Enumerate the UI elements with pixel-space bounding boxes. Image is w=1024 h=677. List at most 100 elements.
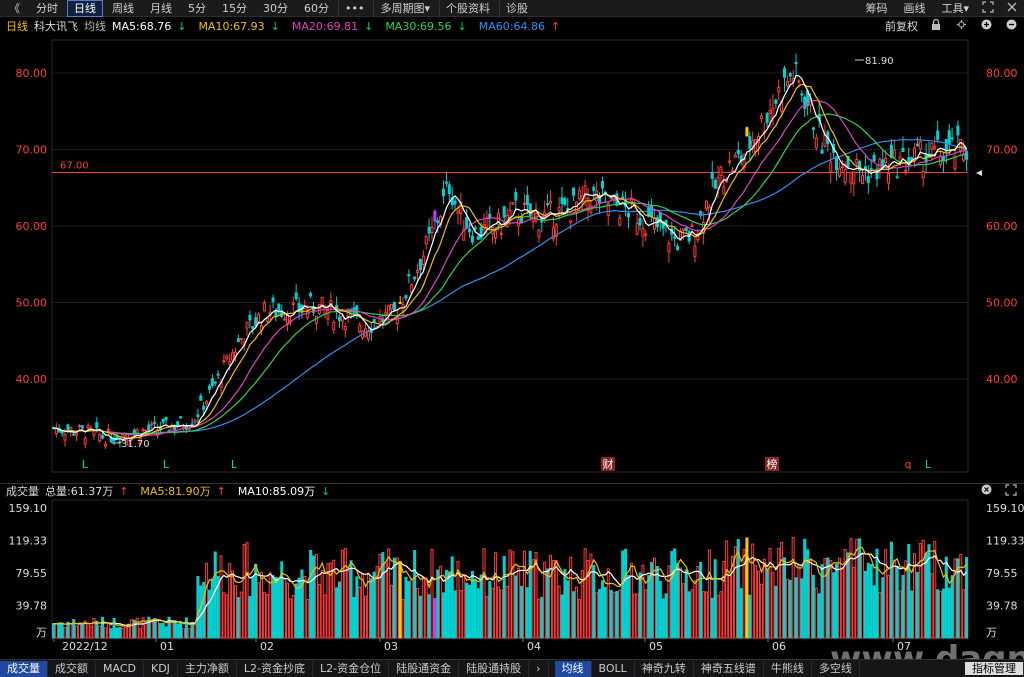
- volume-bar: [707, 549, 711, 639]
- close-icon[interactable]: [979, 484, 993, 499]
- candlestick-chart[interactable]: 80.00 70.00 60.00 50.00 40.00 80.00 70.00 60.0…: [0, 0, 1024, 677]
- candle-body: [835, 156, 839, 171]
- candle-body: [774, 99, 778, 104]
- volume-bar: [814, 587, 818, 639]
- tab-main-net[interactable]: 主力净额: [178, 660, 237, 677]
- volume-tick-left: 79.55: [16, 567, 48, 580]
- volume-bar: [901, 574, 905, 639]
- event-marker[interactable]: L: [82, 458, 89, 471]
- event-marker[interactable]: q: [905, 458, 912, 471]
- volume-bar: [918, 543, 922, 639]
- volume-bar: [595, 592, 599, 639]
- volume-bar: [340, 549, 344, 639]
- candle-body: [849, 171, 853, 184]
- volume-bar: [447, 571, 451, 639]
- indicator-manage-button[interactable]: 指标管理: [965, 661, 1024, 675]
- volume-bar: [395, 557, 399, 639]
- volume-bar: [661, 598, 665, 639]
- volume-bar: [774, 585, 778, 639]
- volume-bar: [424, 577, 428, 639]
- tab-l2-bottom[interactable]: L2-资金抄底: [237, 660, 314, 677]
- volume-bar: [644, 589, 648, 639]
- candle-body: [560, 197, 564, 204]
- event-marker[interactable]: L: [163, 458, 170, 471]
- volume-bar: [285, 582, 290, 639]
- volume-bar: [109, 628, 113, 639]
- volume-bar: [788, 579, 792, 639]
- volume-bar: [837, 557, 841, 639]
- volume-bar: [265, 593, 269, 639]
- tab-hk-connect-fund[interactable]: 陆股通资金: [389, 660, 460, 677]
- tab-kdj[interactable]: KDJ: [144, 660, 178, 677]
- volume-bar: [239, 591, 243, 639]
- candle-body: [690, 224, 694, 228]
- volume-bar: [603, 586, 607, 639]
- volume-bar: [72, 619, 76, 639]
- candle-body: [667, 242, 671, 253]
- volume-bar: [806, 549, 810, 639]
- volume-bar: [193, 622, 197, 639]
- tab-turnover[interactable]: 成交额: [48, 660, 96, 677]
- tab-bull-bear[interactable]: 牛熊线: [764, 660, 812, 677]
- volume-bar: [358, 586, 362, 639]
- event-marker[interactable]: L: [925, 458, 932, 471]
- volume-axis-left: 159.10 119.33 79.55 39.78 万: [9, 502, 48, 639]
- candle-body: [728, 160, 732, 163]
- tab-magic-nine[interactable]: 神奇九转: [635, 660, 694, 677]
- candle-body: [236, 338, 240, 343]
- candle-body: [600, 181, 604, 189]
- volume-bar: [762, 558, 766, 639]
- tab-macd[interactable]: MACD: [96, 660, 144, 677]
- volume-bar: [181, 628, 185, 639]
- event-marker[interactable]: 榜: [767, 457, 778, 471]
- candle-body: [199, 395, 203, 401]
- price-tick-left: 60.00: [16, 220, 48, 233]
- volume-bar: [655, 565, 659, 639]
- candle-body: [369, 329, 373, 333]
- volume-bar: [502, 556, 506, 639]
- candle-body: [965, 151, 969, 160]
- expand-icon[interactable]: [1004, 483, 1018, 499]
- candle-body: [892, 149, 896, 158]
- volume-title: 成交量: [6, 485, 39, 498]
- candle-body: [207, 385, 211, 390]
- candle-body: [936, 130, 940, 140]
- candle-body: [317, 303, 321, 315]
- volume-bar: [658, 580, 662, 639]
- candle-body: [782, 68, 787, 78]
- candle-body: [95, 421, 99, 429]
- chevron-right-icon[interactable]: ›: [529, 660, 549, 677]
- volume-bar: [546, 568, 550, 639]
- tab-magic-five[interactable]: 神奇五线谱: [694, 660, 764, 677]
- price-axis-left: 80.00 70.00 60.00 50.00 40.00: [16, 67, 48, 386]
- tab-l2-position[interactable]: L2-资金仓位: [313, 660, 390, 677]
- volume-bar: [77, 623, 81, 639]
- candle-body: [277, 303, 281, 312]
- candle-body: [205, 400, 209, 405]
- candle-body: [407, 274, 411, 277]
- tab-volume[interactable]: 成交量: [0, 660, 48, 677]
- volume-ma10: MA10:85.09万 ↓: [237, 485, 331, 498]
- candle-body: [765, 113, 769, 124]
- candle-body: [861, 175, 865, 184]
- event-marker[interactable]: 财: [603, 457, 614, 471]
- candle-body: [416, 269, 420, 273]
- volume-bar: [262, 591, 266, 639]
- volume-bar: [115, 627, 119, 639]
- volume-bar: [632, 593, 636, 639]
- volume-bar: [664, 593, 668, 639]
- volume-bar: [207, 589, 211, 639]
- price-tick-right: 50.00: [986, 297, 1018, 310]
- volume-bar: [387, 548, 391, 639]
- tab-ma[interactable]: 均线: [554, 660, 592, 677]
- volume-bar: [858, 538, 862, 639]
- candle-body: [884, 157, 888, 163]
- volume-bar: [257, 582, 261, 639]
- tab-hk-connect-holding[interactable]: 陆股通持股: [459, 660, 530, 677]
- candle-body: [800, 93, 804, 96]
- candle-body: [499, 232, 503, 235]
- event-marker[interactable]: L: [231, 458, 238, 471]
- volume-bar: [554, 559, 558, 639]
- tab-boll[interactable]: BOLL: [592, 660, 635, 677]
- tab-long-short[interactable]: 多空线: [812, 660, 860, 677]
